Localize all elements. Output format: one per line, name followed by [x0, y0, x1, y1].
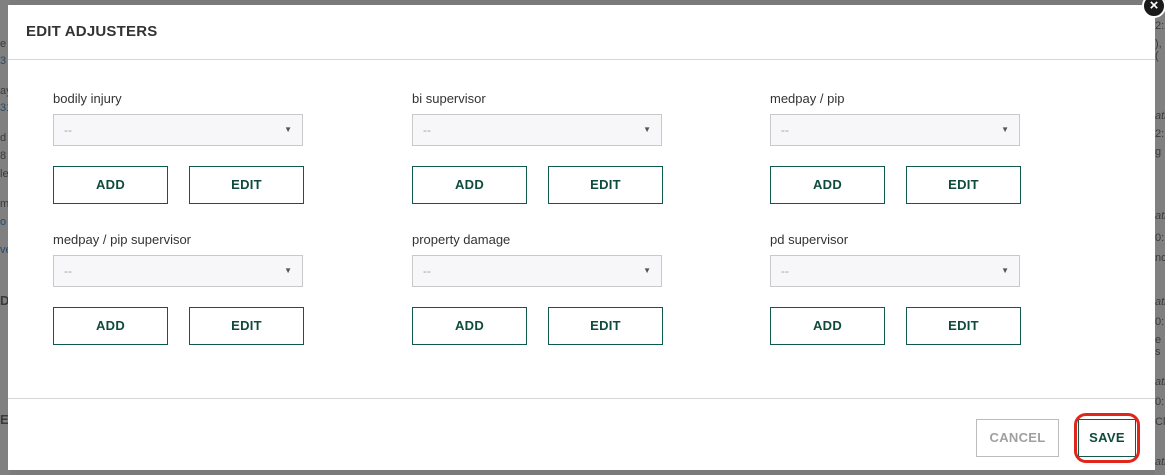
edit-button[interactable]: EDIT [906, 307, 1021, 345]
chevron-down-icon: ▼ [284, 125, 292, 134]
field-label: bodily injury [53, 91, 122, 106]
select-value: -- [423, 264, 431, 278]
background-text: 0: [1155, 232, 1165, 244]
field-label: medpay / pip supervisor [53, 232, 192, 247]
background-text: nd [1155, 252, 1165, 264]
background-text: 0: [1155, 396, 1165, 408]
bi-supervisor-select[interactable]: -- ▼ [412, 114, 662, 146]
select-value: -- [781, 264, 789, 278]
add-button[interactable]: ADD [412, 307, 527, 345]
pd-supervisor-select[interactable]: -- ▼ [770, 255, 1020, 287]
field-label: medpay / pip [770, 91, 845, 106]
select-value: -- [64, 123, 72, 137]
background-text: ),( [1155, 38, 1162, 62]
background-text: d [0, 132, 7, 144]
edit-button[interactable]: EDIT [906, 166, 1021, 204]
select-value: -- [423, 123, 431, 137]
background-text: 3 [0, 55, 7, 67]
edit-button[interactable]: EDIT [189, 307, 304, 345]
background-text: 2: [1155, 20, 1165, 32]
chevron-down-icon: ▼ [1001, 125, 1009, 134]
field-label: pd supervisor [770, 232, 849, 247]
background-text: Cl [1155, 416, 1165, 428]
background-text: ati [1155, 456, 1165, 468]
cancel-button[interactable]: CANCEL [976, 419, 1059, 457]
background-text: g [1155, 146, 1162, 158]
add-button[interactable]: ADD [412, 166, 527, 204]
medpay-pip-select[interactable]: -- ▼ [770, 114, 1020, 146]
edit-adjusters-modal: EDIT ADJUSTERS bodily injury -- ▼ ADD ED… [8, 5, 1155, 470]
modal-header: EDIT ADJUSTERS [8, 5, 1155, 60]
chevron-down-icon: ▼ [1001, 266, 1009, 275]
background-text: ati [1155, 210, 1165, 222]
background-text: e s [1155, 334, 1162, 358]
chevron-down-icon: ▼ [643, 266, 651, 275]
background-text: ati [1155, 376, 1165, 388]
background-text: 8 [0, 150, 7, 162]
add-button[interactable]: ADD [53, 307, 168, 345]
background-text: ati [1155, 110, 1165, 122]
add-button[interactable]: ADD [53, 166, 168, 204]
medpay-pip-supervisor-select[interactable]: -- ▼ [53, 255, 303, 287]
edit-button[interactable]: EDIT [548, 307, 663, 345]
add-button[interactable]: ADD [770, 166, 885, 204]
property-damage-select[interactable]: -- ▼ [412, 255, 662, 287]
add-button[interactable]: ADD [770, 307, 885, 345]
modal-footer: CANCEL SAVE [8, 398, 1155, 470]
bodily-injury-select[interactable]: -- ▼ [53, 114, 303, 146]
edit-button[interactable]: EDIT [189, 166, 304, 204]
background-text: 2: [1155, 128, 1165, 140]
field-label: bi supervisor [412, 91, 486, 106]
save-button[interactable]: SAVE [1078, 419, 1136, 457]
background-text: o [0, 216, 7, 228]
field-label: property damage [412, 232, 511, 247]
close-icon[interactable]: × [1142, 0, 1165, 18]
background-text: e [0, 38, 7, 50]
chevron-down-icon: ▼ [284, 266, 292, 275]
background-right-strip: 2: ),( ati 2: g ati 0: nd ati 0: e s ati… [1155, 0, 1165, 475]
edit-button[interactable]: EDIT [548, 166, 663, 204]
select-value: -- [781, 123, 789, 137]
chevron-down-icon: ▼ [643, 125, 651, 134]
background-text: 0: [1155, 316, 1165, 328]
modal-title: EDIT ADJUSTERS [26, 23, 158, 40]
select-value: -- [64, 264, 72, 278]
background-text: ati [1155, 296, 1165, 308]
